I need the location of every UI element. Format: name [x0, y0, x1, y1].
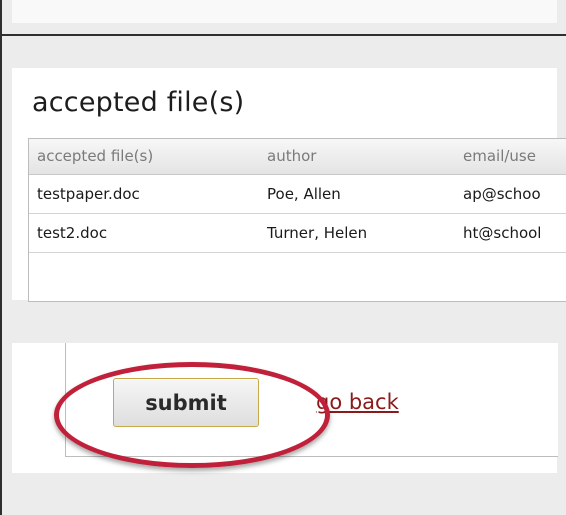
- cell-author: Poe, Allen: [259, 174, 455, 214]
- top-panel: [12, 0, 557, 23]
- table-row: test2.doc Turner, Helen ht@school: [29, 213, 566, 253]
- submit-button[interactable]: submit: [113, 378, 259, 427]
- cell-author: Turner, Helen: [259, 213, 455, 253]
- go-back-link[interactable]: go back: [316, 390, 399, 414]
- accepted-files-table: accepted file(s) author email/use testpa…: [28, 138, 566, 302]
- table-header-row: accepted file(s) author email/use: [29, 139, 566, 175]
- column-header-email[interactable]: email/use: [455, 139, 566, 175]
- column-header-author[interactable]: author: [259, 139, 455, 175]
- cell-filename: test2.doc: [29, 213, 259, 253]
- files-table: accepted file(s) author email/use testpa…: [29, 139, 566, 253]
- column-header-file[interactable]: accepted file(s): [29, 139, 259, 175]
- table-row: testpaper.doc Poe, Allen ap@schoo: [29, 174, 566, 214]
- cell-email: ap@schoo: [455, 174, 566, 214]
- cell-filename: testpaper.doc: [29, 174, 259, 214]
- cell-email: ht@school: [455, 213, 566, 253]
- section-title: accepted file(s): [32, 87, 245, 118]
